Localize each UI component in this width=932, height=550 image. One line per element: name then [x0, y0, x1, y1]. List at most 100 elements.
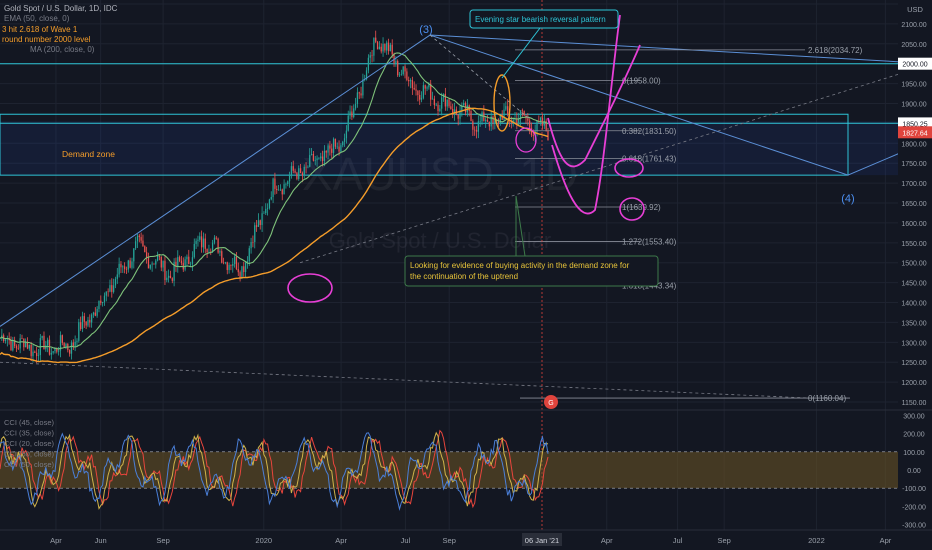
candle-body	[294, 170, 296, 173]
candle-body	[23, 338, 25, 348]
candle-body	[219, 251, 221, 253]
candle-body	[10, 340, 12, 351]
price-chart[interactable]: XAUUSD, 1DGold Spot / U.S. DollarDemand …	[0, 0, 932, 550]
candle-body	[433, 98, 436, 106]
candle-body	[204, 238, 206, 249]
candle-body	[156, 255, 159, 261]
candle-body	[167, 275, 170, 278]
candle-body	[274, 178, 276, 189]
cci-tick: 100.00	[903, 450, 925, 457]
candle-body	[340, 145, 342, 152]
price-tick: 2050.00	[901, 42, 926, 49]
candle-body	[288, 174, 291, 182]
candle-body	[197, 239, 199, 241]
time-tick: Sep	[717, 536, 730, 545]
candle-body	[384, 43, 386, 51]
candle-body	[404, 66, 406, 72]
wave-label-3: (3)	[419, 24, 432, 36]
demand-zone-fill[interactable]	[0, 121, 898, 176]
cci-legend-item: CCI (45, close)	[4, 418, 55, 427]
price-tick: 1150.00	[902, 400, 927, 407]
candle-body	[81, 316, 84, 329]
candle-body	[406, 71, 408, 81]
candle-body	[17, 348, 19, 349]
candle-body	[263, 213, 265, 214]
time-highlight: 06 Jan '21	[525, 536, 559, 545]
candle-body	[118, 263, 120, 275]
candle-body	[488, 121, 490, 127]
candle-body	[226, 262, 228, 271]
candle-body	[367, 57, 370, 71]
candle-body	[140, 237, 142, 241]
candle-body	[382, 43, 384, 52]
candle-body	[426, 87, 428, 89]
candle-body	[441, 97, 443, 109]
price-tick: 1900.00	[901, 101, 926, 108]
candle-body	[386, 42, 388, 51]
indicator-ema[interactable]: EMA (50, close, 0)	[4, 14, 117, 24]
cci-legend-item: CCI (50, close)	[4, 460, 55, 469]
candle-body	[228, 264, 230, 271]
candle-body	[123, 266, 126, 270]
candle-body	[281, 189, 283, 195]
candle-body	[15, 345, 18, 349]
candle-body	[349, 111, 351, 116]
candle-body	[536, 120, 538, 132]
candle-body	[276, 188, 278, 191]
candle-body	[398, 74, 401, 76]
candle-body	[127, 260, 129, 270]
candle-body	[103, 295, 106, 302]
cci-tick: -300.00	[902, 523, 926, 530]
candle-body	[96, 308, 98, 316]
candle-body	[475, 129, 478, 132]
indicator-ma[interactable]: MA (200, close, 0)	[30, 45, 94, 55]
candle-body	[101, 301, 104, 304]
candle-body	[420, 97, 423, 100]
candle-body	[144, 246, 146, 253]
candle-body	[435, 104, 437, 106]
candle-body	[100, 300, 102, 304]
fib-level-label: 0.382(1831.50)	[622, 127, 677, 136]
price-tag-text: 2000.00	[902, 62, 927, 69]
candle-body	[184, 259, 186, 270]
candle-body	[164, 260, 166, 281]
candle-body	[116, 274, 118, 279]
price-tick: 1500.00	[901, 261, 926, 268]
demand-zone-label: Demand zone	[62, 149, 115, 159]
candle-body	[303, 166, 305, 176]
candle-body	[395, 61, 397, 63]
candle-body	[255, 225, 258, 227]
candle-body	[224, 262, 227, 264]
candle-body	[195, 240, 197, 244]
fib-level-label: 1(1639.92)	[622, 203, 661, 212]
candle-body	[94, 312, 96, 316]
circle-march-low[interactable]	[287, 273, 333, 303]
candle-body	[215, 237, 217, 239]
candle-body	[254, 225, 256, 243]
candle-body	[325, 150, 327, 153]
price-tick: 1950.00	[901, 82, 926, 89]
candle-body	[136, 235, 139, 242]
candle-body	[343, 138, 346, 142]
candle-body	[76, 340, 78, 342]
candle-body	[354, 103, 357, 109]
candle-body	[285, 184, 287, 185]
candle-body	[200, 236, 203, 248]
candle-body	[257, 220, 260, 227]
candle-body	[356, 92, 359, 104]
price-tick: 1700.00	[901, 181, 926, 188]
candle-body	[431, 98, 434, 100]
cci-legend-item: CCI (50, close)	[4, 450, 55, 459]
candle-body	[232, 263, 234, 266]
candle-body	[221, 251, 223, 263]
candle-body	[316, 158, 318, 161]
candle-body	[342, 141, 344, 146]
candle-body	[186, 256, 188, 260]
candle-body	[272, 178, 274, 197]
candle-body	[376, 41, 379, 50]
candle-body	[58, 350, 60, 352]
annotation-round-number: round number 2000 level	[2, 35, 91, 44]
candle-body	[527, 118, 529, 121]
ema-line[interactable]	[0, 52, 549, 350]
candle-body	[332, 138, 335, 153]
